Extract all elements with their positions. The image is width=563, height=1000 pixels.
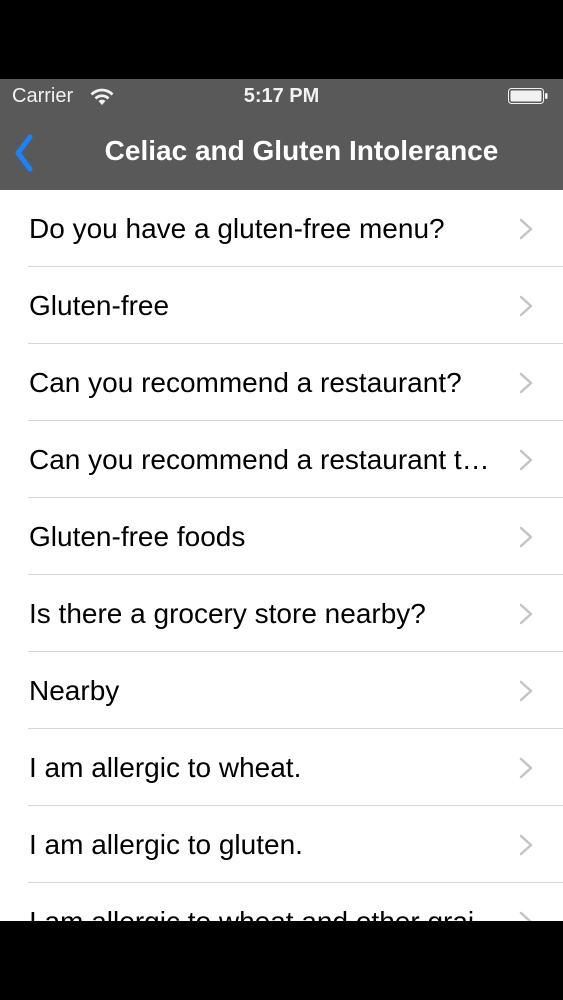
chevron-right-icon: [519, 757, 533, 779]
navigation-bar: Celiac and Gluten Intolerance: [0, 115, 563, 190]
chevron-right-icon: [519, 372, 533, 394]
list-item-label: I am allergic to wheat.: [29, 752, 302, 783]
list-item[interactable]: Do you have a gluten-free menu?: [0, 190, 563, 267]
battery-icon: [508, 88, 548, 104]
list-item-label: Is there a grocery store nearby?: [29, 598, 426, 629]
bottom-letterbox: [0, 921, 563, 1000]
list-item-label: Can you recommend a restaurant?: [29, 367, 462, 398]
list-item-label: I am allergic to gluten.: [29, 829, 303, 860]
list-item-label: I am allergic to wheat and other grains.: [29, 883, 504, 921]
phrase-list: Do you have a gluten-free menu? Gluten-fr…: [0, 190, 563, 921]
list-item-label: Gluten-free: [29, 290, 170, 321]
list-item[interactable]: I am allergic to gluten.: [0, 806, 563, 883]
chevron-right-icon: [519, 680, 533, 702]
list-item[interactable]: Nearby: [0, 652, 563, 729]
list-item[interactable]: Can you recommend a restaurant?: [0, 344, 563, 421]
chevron-right-icon: [519, 834, 533, 856]
list-item[interactable]: I am allergic to wheat and other grains.: [0, 883, 563, 921]
page-title: Celiac and Gluten Intolerance: [104, 135, 499, 166]
chevron-right-icon: [519, 449, 533, 471]
chevron-right-icon: [519, 603, 533, 625]
list-item[interactable]: Can you recommend a restaurant that serv…: [0, 421, 563, 498]
chevron-right-icon: [519, 526, 533, 548]
list-item-label: Do you have a gluten-free menu?: [29, 213, 445, 244]
list-item[interactable]: I am allergic to wheat.: [0, 729, 563, 806]
status-bar: Carrier 5:17 PM: [0, 79, 563, 115]
chevron-right-icon: [519, 295, 533, 317]
chevron-right-icon: [519, 911, 532, 921]
back-button[interactable]: [10, 133, 46, 173]
chevron-left-icon: [15, 134, 33, 172]
screen: Carrier 5:17 PM Celiac and Gluten Intole…: [0, 0, 563, 1000]
list-item[interactable]: Gluten-free foods: [0, 498, 563, 575]
list-item-label: Gluten-free foods: [29, 521, 246, 552]
list-item[interactable]: Gluten-free: [0, 267, 563, 344]
list-item[interactable]: Is there a grocery store nearby?: [0, 575, 563, 652]
list-item-label: Nearby: [29, 675, 120, 706]
status-time: 5:17 PM: [243, 85, 320, 107]
list-item-label: Can you recommend a restaurant that serv…: [29, 444, 504, 475]
chevron-right-icon: [519, 218, 533, 240]
